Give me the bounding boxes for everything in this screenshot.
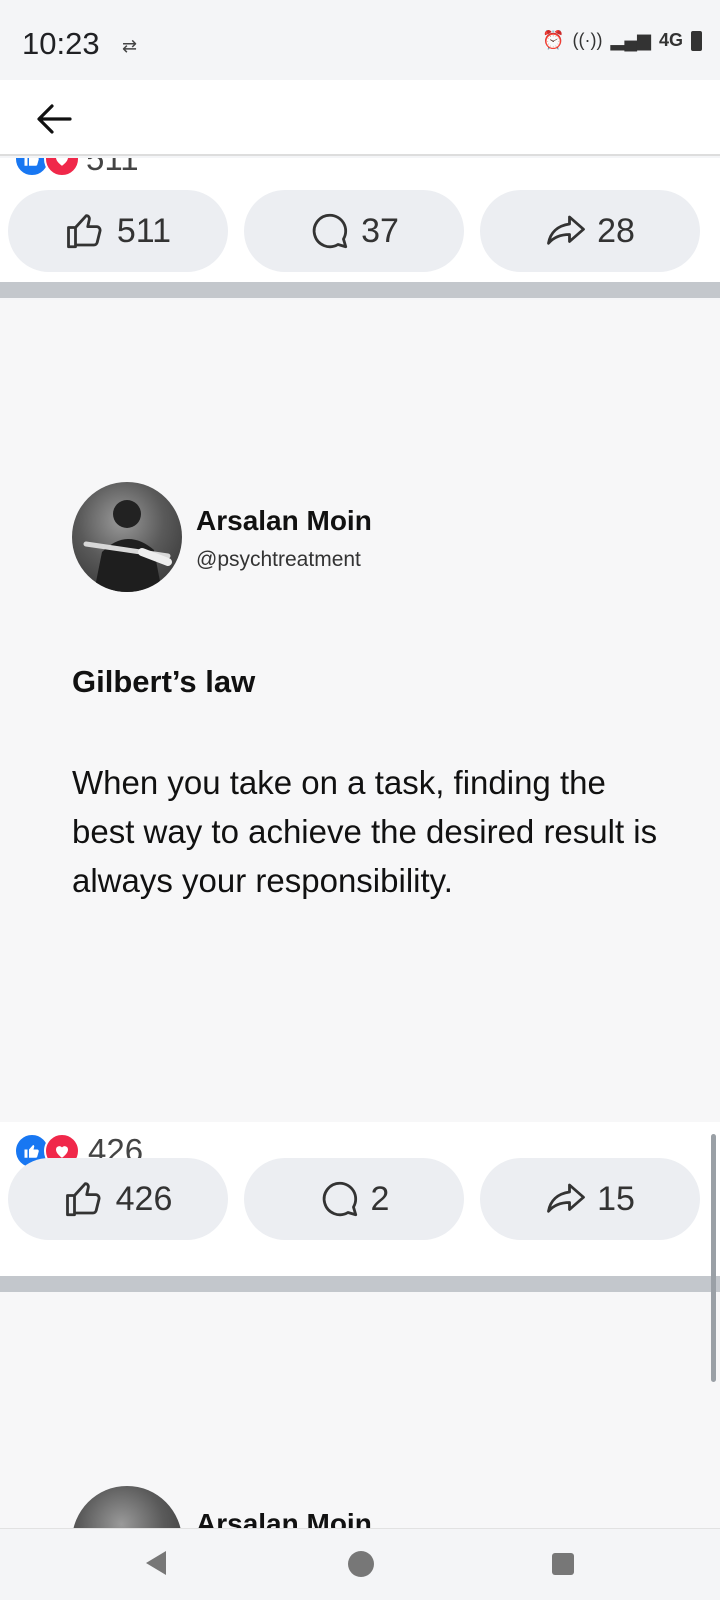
nav-recents-button[interactable] [552,1553,574,1575]
share-button[interactable]: 15 [480,1158,700,1240]
love-reaction-icon [44,158,80,177]
thumbs-up-icon [65,1182,101,1217]
status-bar: 10:23 ⇄ ⏰ ((·)) ▂▄▆ 4G [0,0,720,80]
previous-post-footer: 511 511 37 28 [0,158,720,284]
back-arrow-icon [37,104,72,134]
post-separator [0,282,720,298]
avatar-photo-icon [83,500,172,592]
author-avatar [72,482,182,592]
comment-count: 2 [370,1179,390,1218]
status-icons: ⏰ ((·)) ▂▄▆ 4G [542,30,702,51]
alarm-icon: ⏰ [542,30,565,50]
action-row: 426 2 15 [8,1158,700,1240]
nav-home-button[interactable] [348,1551,374,1577]
reaction-count: 511 [86,158,139,177]
comment-count: 37 [361,211,399,250]
share-arrow-icon [547,1183,585,1213]
quote-title: Gilbert’s law [72,664,256,699]
comment-button[interactable]: 37 [244,190,464,272]
signal-icon: ▂▄▆ [610,30,651,50]
battery-icon [691,30,702,51]
like-button[interactable]: 511 [8,190,228,272]
author-avatar [72,1486,182,1528]
share-count: 15 [597,1179,635,1218]
share-count: 28 [597,211,635,250]
share-arrow-icon [547,215,585,245]
back-button[interactable] [34,100,74,138]
like-count: 511 [116,211,172,250]
comment-button[interactable]: 2 [244,1158,464,1240]
status-time: 10:23 [22,26,100,61]
scrollbar[interactable] [711,1134,716,1382]
share-button[interactable]: 28 [480,190,700,272]
like-button[interactable]: 426 [8,1158,228,1240]
author-handle: @psychtreatment [196,548,361,571]
top-app-bar [0,80,720,156]
system-nav-bar [0,1528,720,1600]
reaction-summary[interactable]: 511 [14,158,139,178]
action-row: 511 37 28 [8,190,700,272]
comment-icon [312,213,348,249]
network-label: 4G [658,30,683,50]
hotspot-icon: ((·)) [572,30,603,50]
like-count: 426 [115,1179,173,1218]
next-post-image[interactable]: Arsalan Moin [0,1292,720,1528]
nav-back-button[interactable] [146,1551,166,1575]
quote-body: When you take on a task, finding the bes… [72,764,658,899]
author-name: Arsalan Moin [196,1508,372,1528]
thumbs-up-icon [66,214,102,249]
author-name: Arsalan Moin [196,505,372,536]
data-arrows-icon: ⇄ [122,36,138,56]
post-image[interactable] [0,300,720,1122]
comment-icon [322,1181,357,1217]
post-footer: 426 426 2 15 [0,1122,720,1276]
post-separator [0,1276,720,1292]
screen: 10:23 ⇄ ⏰ ((·)) ▂▄▆ 4G 511 511 37 28 Ars… [0,0,720,1600]
